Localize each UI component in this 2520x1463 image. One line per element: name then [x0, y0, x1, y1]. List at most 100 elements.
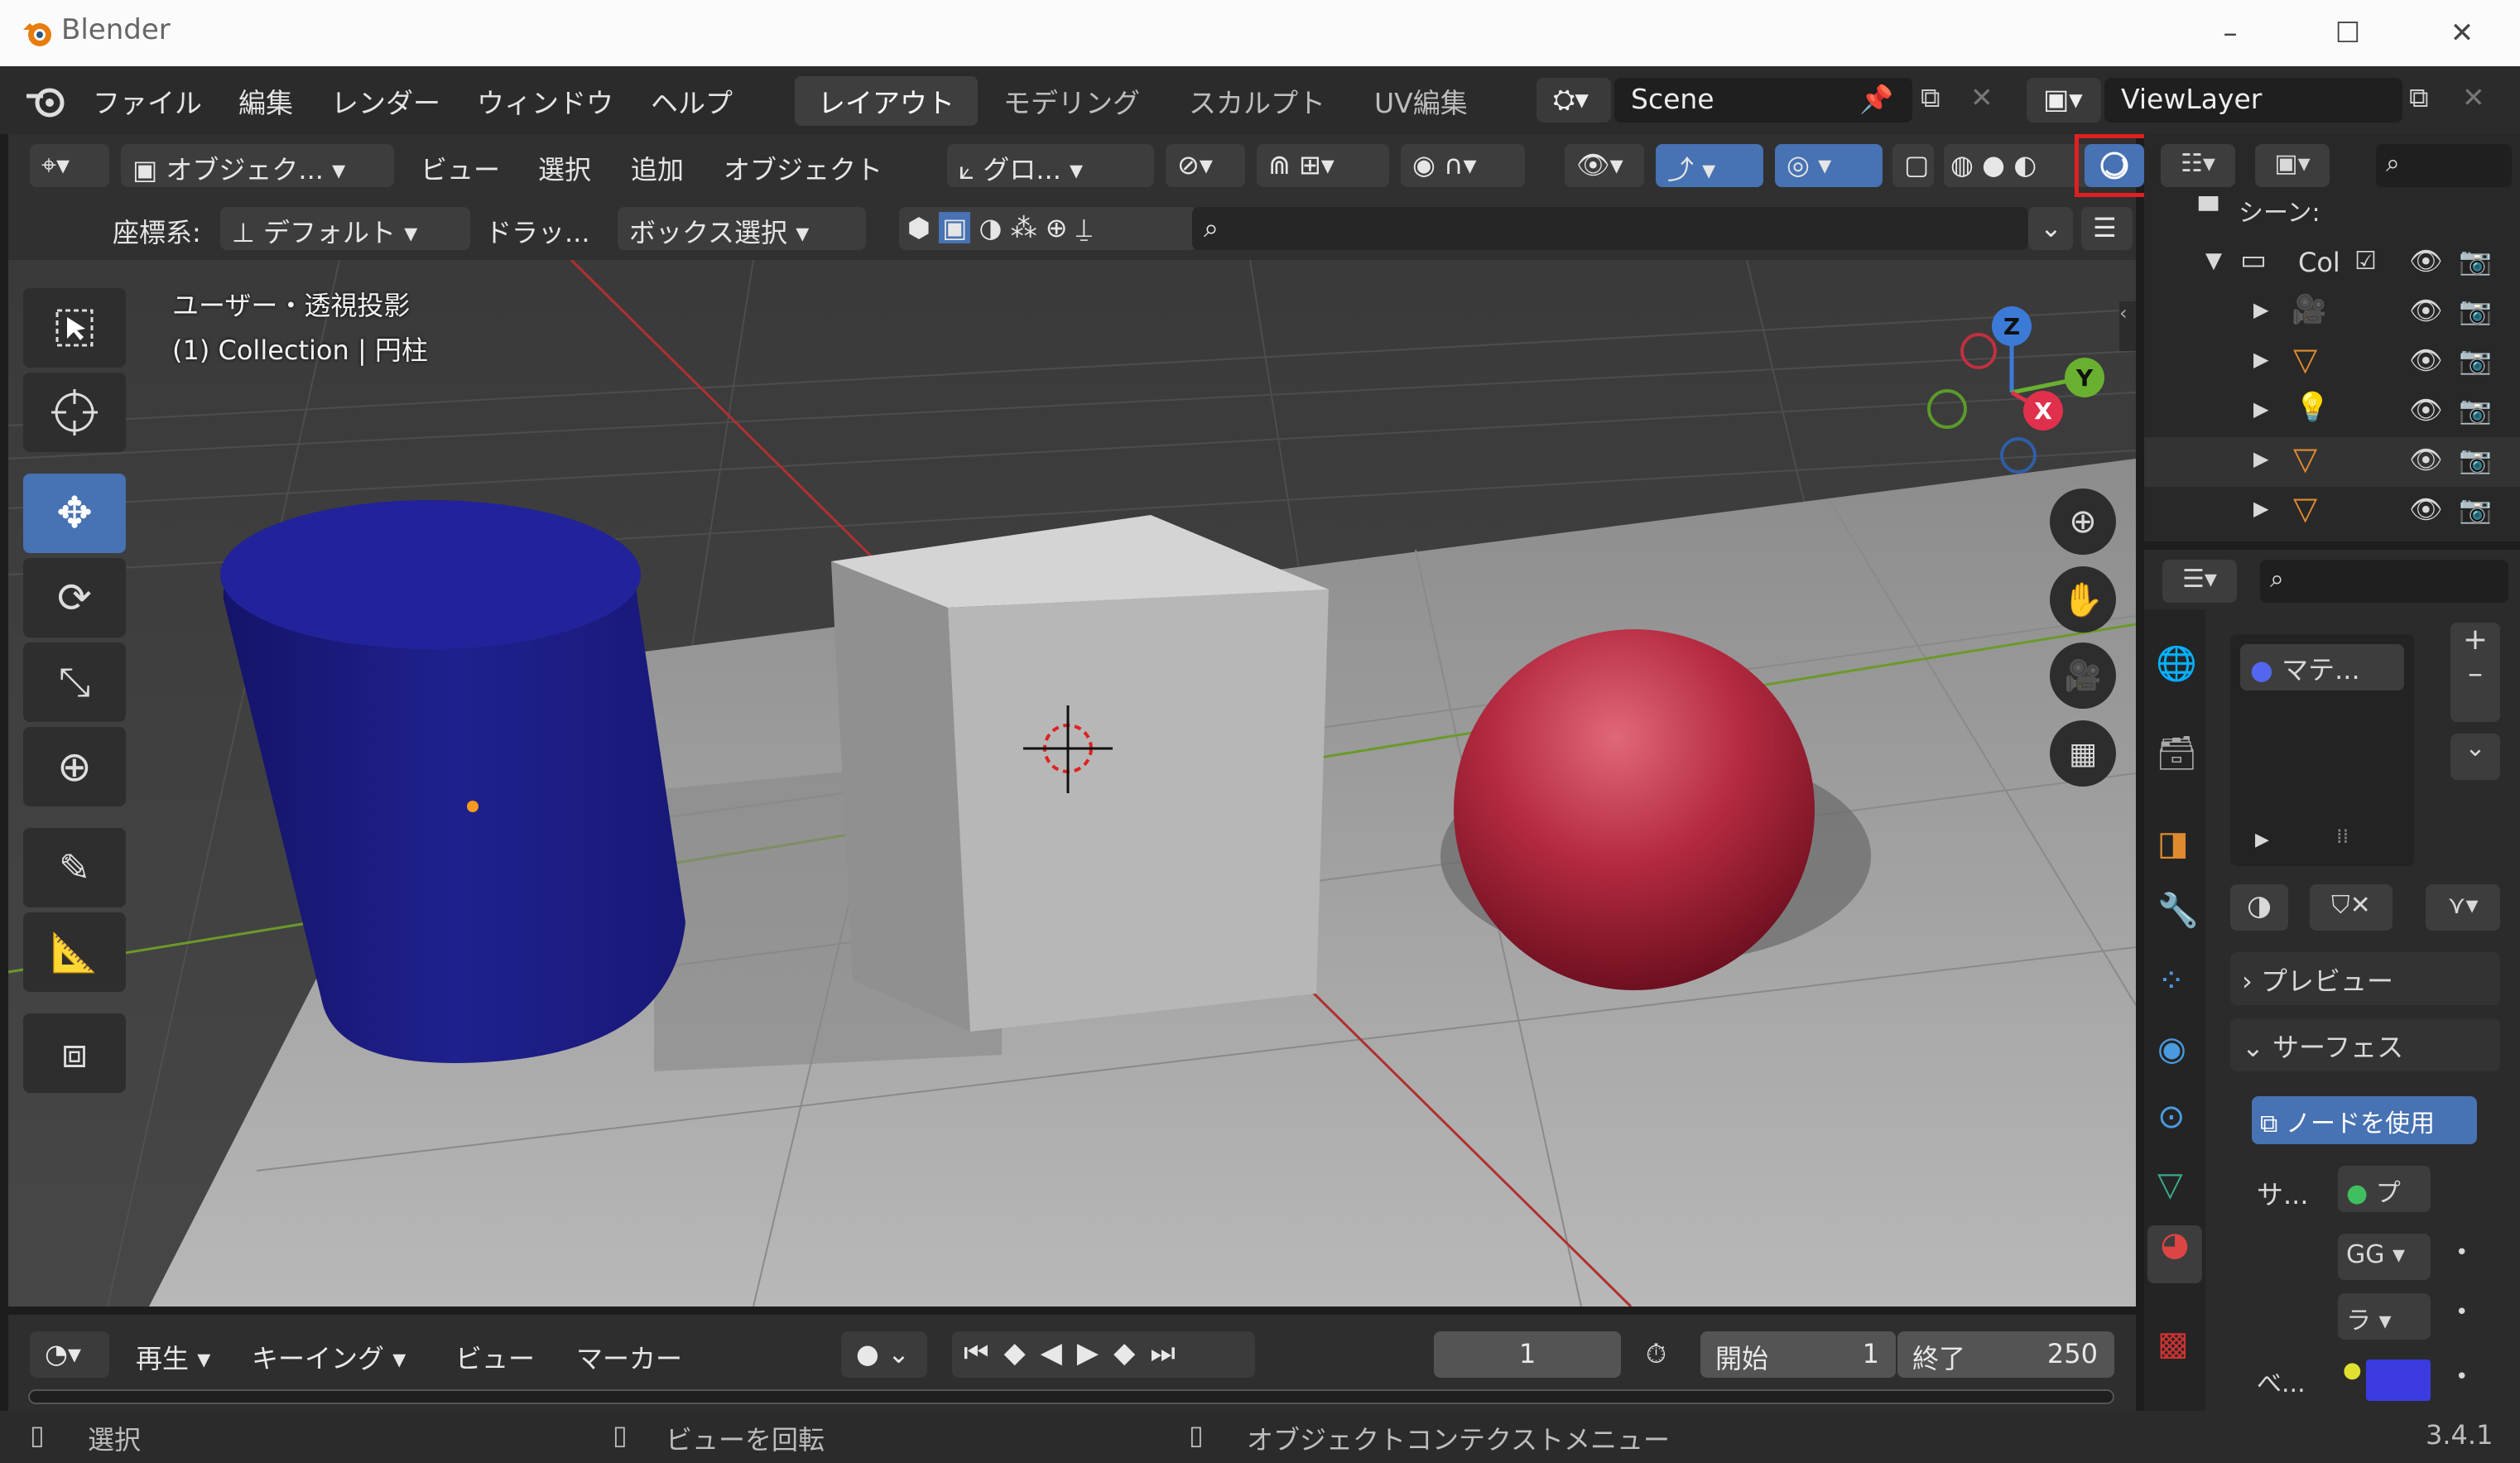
checkbox-icon[interactable]: ☑ [2354, 247, 2377, 276]
object-tab-icon[interactable]: ◨ [2157, 825, 2189, 863]
expand-arrow-icon[interactable]: ▶ [2253, 497, 2268, 520]
physics-tab-icon[interactable]: ◉ [2157, 1030, 2186, 1068]
outliner-display-mode-button[interactable]: ☷▾ [2161, 144, 2235, 187]
rendered-shading-button[interactable] [2085, 144, 2144, 187]
view-layer-name-field[interactable]: ViewLayer [2104, 78, 2402, 123]
base-color-swatch[interactable] [2366, 1360, 2431, 1401]
keying-dropdown[interactable]: キーイング ▾ [237, 1331, 435, 1378]
collection-tab-icon[interactable]: 🗃 [2156, 734, 2198, 772]
expand-arrow-icon[interactable]: ▼ [2205, 248, 2222, 273]
sphere-shading-icon[interactable]: ◑ [979, 212, 1003, 243]
browse-material-button[interactable]: ◑ [2230, 884, 2288, 931]
expand-arrow-icon[interactable]: ▶ [2253, 348, 2268, 371]
world-tab-icon[interactable]: 🌐 [2156, 644, 2197, 683]
3d-viewport[interactable]: ユーザー・透視投影 (1) Collection | 円柱 Z Y X ⊕ ✋ … [8, 260, 2136, 1307]
add-slot-button[interactable]: + [2450, 623, 2500, 657]
camera-render-icon[interactable]: 📷 [2459, 295, 2492, 326]
tab-uv-editing[interactable]: UV編集 [1351, 76, 1491, 126]
wireframe-shading-icon[interactable]: ◍ [1950, 149, 1974, 180]
remove-slot-button[interactable]: – [2450, 657, 2500, 691]
scene-selector-button[interactable]: ⛭▾ [1537, 78, 1611, 123]
expand-arrow-icon[interactable]: ▶ [2253, 298, 2268, 321]
modifier-wrench-icon[interactable]: 🔧 [2157, 891, 2199, 930]
sidebar-toggle-icon[interactable]: ‹ [2119, 301, 2136, 351]
play-reverse-icon[interactable]: ◀ [1041, 1336, 1077, 1369]
new-view-layer-icon[interactable]: ⧉ [2409, 81, 2429, 114]
camera-view-icon[interactable]: 🎥 [2050, 642, 2116, 709]
use-nodes-button[interactable]: ⧉ ノードを使用 [2252, 1096, 2477, 1144]
start-frame-field[interactable]: 開始 1 [1700, 1331, 1896, 1378]
next-keyframe-icon[interactable]: ◆ [1113, 1336, 1150, 1369]
outliner-row-collection[interactable]: ▼ ▭ Col ☑ 👁 📷 [2144, 238, 2520, 288]
menu-edit[interactable]: 編集 [238, 81, 293, 121]
transform-orientation-dropdown[interactable]: ⟀ グロ... ▾ [947, 144, 1154, 187]
timeline-scrollbar[interactable] [28, 1389, 2114, 1404]
pivot-point-button[interactable]: ⊘▾ [1166, 144, 1245, 187]
data-tab-icon[interactable]: ▽ [2157, 1166, 2183, 1204]
new-scene-icon[interactable]: ⧉ [1921, 81, 1940, 114]
stopwatch-icon[interactable]: ⏱ [1631, 1331, 1697, 1378]
surface-panel-header[interactable]: ⌄ サーフェス [2230, 1018, 2500, 1071]
material-tab-icon[interactable]: ◕ [2147, 1225, 2202, 1283]
filter-button[interactable]: ▣▾ [2255, 144, 2330, 187]
add-cube-tool[interactable]: ⧈ [23, 1013, 126, 1093]
collapse-button[interactable]: ⌄ [2028, 207, 2073, 250]
camera-render-icon[interactable]: 📷 [2459, 344, 2492, 376]
texture-tab-icon[interactable]: ▩ [2157, 1325, 2189, 1363]
zoom-icon[interactable]: ⊕ [2050, 488, 2116, 555]
camera-render-icon[interactable]: 📷 [2459, 493, 2492, 525]
overlay-toggle[interactable]: ◎ ▾ [1775, 144, 1883, 187]
menu-file[interactable]: ファイル [93, 81, 202, 121]
rotate-tool[interactable]: ⟳ [23, 558, 126, 638]
play-icon[interactable]: ▶ [1077, 1336, 1113, 1369]
jump-start-icon[interactable]: ⏮ [964, 1336, 1004, 1369]
jump-end-icon[interactable]: ⏭ [1150, 1336, 1190, 1369]
timeline-marker-menu[interactable]: マーカー [576, 1338, 682, 1376]
snap-toggle[interactable]: ⋒ ⊞▾ [1257, 144, 1389, 187]
eye-icon[interactable]: 👁 [2409, 344, 2443, 376]
eye-icon[interactable]: 👁 [2409, 444, 2443, 475]
eye-icon[interactable]: 👁 [2409, 493, 2443, 525]
eye-icon[interactable]: 👁 [2409, 245, 2443, 277]
solid-shading-icon[interactable]: ● [1982, 149, 2005, 180]
visibility-button[interactable]: 👁▾ [1565, 144, 1644, 187]
playback-dropdown[interactable]: 再生 ▾ [121, 1331, 232, 1378]
perspective-grid-icon[interactable]: ▦ [2050, 720, 2116, 787]
record-button[interactable]: ● ⌄ [841, 1331, 927, 1378]
expand-arrow-icon[interactable]: ▶ [2255, 830, 2269, 850]
prev-keyframe-icon[interactable]: ◆ [1004, 1336, 1041, 1369]
navigation-gizmo[interactable]: Z Y X [1904, 293, 2119, 492]
mode-dropdown[interactable]: ▣ オブジェク... ▾ [121, 144, 394, 187]
link-type-button[interactable]: ⋎▾ [2426, 884, 2500, 931]
tab-sculpt[interactable]: スカルプト [1166, 76, 1349, 126]
camera-render-icon[interactable]: 📷 [2459, 245, 2492, 277]
drag-action-dropdown[interactable]: ボックス選択 ▾ [618, 207, 866, 250]
outliner-row-mesh-3[interactable]: ▶ ▽ 👁 📷 [2144, 487, 2520, 537]
menu-select[interactable]: 選択 [538, 149, 591, 187]
measure-tool[interactable]: 📐 [23, 912, 126, 992]
menu-object[interactable]: オブジェクト [724, 149, 882, 187]
delete-scene-icon[interactable]: ✕ [1970, 81, 1993, 113]
menu-add[interactable]: 追加 [631, 149, 684, 187]
options-button[interactable]: ☰ [2081, 207, 2133, 250]
menu-help[interactable]: ヘルプ [651, 81, 733, 121]
outliner-row-camera[interactable]: ▶ 🎥 👁 📷 [2144, 288, 2520, 338]
camera-render-icon[interactable]: 📷 [2459, 444, 2492, 475]
menu-render[interactable]: レンダー [331, 81, 440, 121]
properties-search[interactable]: ⌕ [2260, 560, 2508, 603]
neg-x-handle[interactable] [1960, 333, 1997, 369]
select-box-tool[interactable] [23, 288, 126, 368]
outliner-search[interactable]: ⌕ [2376, 144, 2512, 187]
timeline-view-menu[interactable]: ビュー [455, 1338, 535, 1376]
expand-arrow-icon[interactable]: ▶ [2253, 447, 2268, 470]
outliner-row-mesh-2[interactable]: ▶ ▽ 👁 📷 [2144, 437, 2520, 487]
neg-z-handle[interactable] [2000, 437, 2037, 474]
outliner-row-mesh-1[interactable]: ▶ ▽ 👁 📷 [2144, 338, 2520, 387]
tab-layout[interactable]: レイアウト [795, 76, 978, 126]
outliner-row-light[interactable]: ▶ 💡 👁 📷 [2144, 387, 2520, 437]
proportional-edit-toggle[interactable]: ◉ ∩▾ [1401, 144, 1525, 187]
constraints-tab-icon[interactable]: ⊙ [2157, 1098, 2186, 1136]
gg-dropdown[interactable]: GG ▾ [2338, 1234, 2431, 1280]
coordinate-system-dropdown[interactable]: ⊥ デフォルト ▾ [220, 207, 470, 250]
material-link-button[interactable]: ⛉✕ [2310, 884, 2393, 931]
